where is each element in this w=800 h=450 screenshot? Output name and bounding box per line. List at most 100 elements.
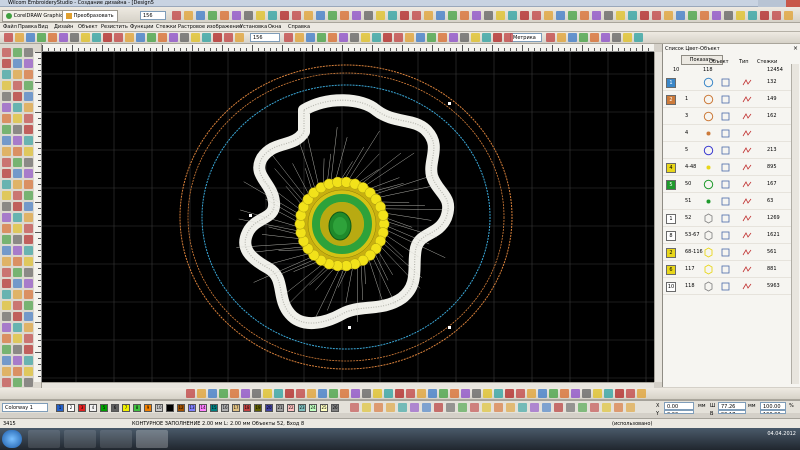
standard-tool-icon-12[interactable] xyxy=(136,33,145,42)
left-tool-icon-67[interactable] xyxy=(13,290,22,299)
stitch-value-combo[interactable]: 156 xyxy=(250,33,280,42)
left-tool-icon-58[interactable] xyxy=(13,257,22,266)
bottom-tool-icon-30[interactable] xyxy=(516,389,525,398)
bottom-tool-icon-37[interactable] xyxy=(593,389,602,398)
toolbar-tool-icon-7[interactable] xyxy=(256,11,265,20)
standard-tool-icon-b-19[interactable] xyxy=(493,33,502,42)
color-swatch[interactable]: 7 xyxy=(122,404,130,412)
toolbar-tool-icon-25[interactable] xyxy=(472,11,481,20)
left-tool-icon-52[interactable] xyxy=(13,235,22,244)
bottom-tool-icon-40[interactable] xyxy=(626,389,635,398)
panel-scrollbar[interactable] xyxy=(791,64,799,384)
left-tool-icon-85[interactable] xyxy=(13,356,22,365)
bottom-tool-icon-4[interactable] xyxy=(230,389,239,398)
object-row[interactable]: 1 132 xyxy=(663,75,791,91)
menu-windows[interactable]: Окна xyxy=(268,23,281,32)
left-tool-icon-60[interactable] xyxy=(2,268,11,277)
close-button[interactable] xyxy=(786,0,800,7)
color-swatch[interactable]: 16 xyxy=(221,404,229,412)
left-tool-icon-78[interactable] xyxy=(2,334,11,343)
standard-tool-icon-11[interactable] xyxy=(125,33,134,42)
menu-object[interactable]: Объект xyxy=(78,23,98,32)
standard-tool-icon-b-11[interactable] xyxy=(405,33,414,42)
toolbar-tool-icon-1[interactable] xyxy=(184,11,193,20)
toolbar-tool-icon-40[interactable] xyxy=(652,11,661,20)
standard-tool-icon-6[interactable] xyxy=(70,33,79,42)
height-field[interactable]: 90.17 xyxy=(718,410,746,414)
toolbar-tool-icon-32[interactable] xyxy=(556,11,565,20)
bottom-tool-icon-8[interactable] xyxy=(274,389,283,398)
left-tool-icon-7[interactable] xyxy=(13,70,22,79)
left-tool-icon-26[interactable] xyxy=(24,136,33,145)
bottom-tool-icon-29[interactable] xyxy=(505,389,514,398)
palette-tool-icon-0[interactable] xyxy=(350,403,359,412)
menu-bitmap[interactable]: Растровое изображение xyxy=(178,23,242,32)
color-swatch[interactable]: 2 xyxy=(67,404,75,412)
left-tool-icon-51[interactable] xyxy=(2,235,11,244)
color-swatch[interactable]: 18 xyxy=(243,404,251,412)
left-tool-icon-32[interactable] xyxy=(24,158,33,167)
toolbar-tool-icon-34[interactable] xyxy=(580,11,589,20)
object-row[interactable]: 1 52 1269 xyxy=(663,211,791,227)
left-tool-icon-92[interactable] xyxy=(24,378,33,387)
left-tool-icon-48[interactable] xyxy=(2,224,11,233)
toolbar-tool-icon-33[interactable] xyxy=(568,11,577,20)
color-swatch[interactable]: 19 xyxy=(254,404,262,412)
standard-tool-icon-5[interactable] xyxy=(59,33,68,42)
bottom-tool-icon-16[interactable] xyxy=(362,389,371,398)
left-tool-icon-24[interactable] xyxy=(2,136,11,145)
toolbar-tool-icon-24[interactable] xyxy=(460,11,469,20)
bottom-tool-icon-0[interactable] xyxy=(186,389,195,398)
object-row[interactable]: 5 50 167 xyxy=(663,177,791,193)
toolbar-tool-icon-46[interactable] xyxy=(724,11,733,20)
left-tool-icon-38[interactable] xyxy=(24,180,33,189)
left-tool-icon-13[interactable] xyxy=(13,92,22,101)
color-group-badge[interactable]: 10 xyxy=(666,282,676,292)
palette-tool-icon-21[interactable] xyxy=(602,403,611,412)
standard-tool-icon-b-6[interactable] xyxy=(350,33,359,42)
standard-tool-icon-c-0[interactable] xyxy=(546,33,555,42)
left-tool-icon-74[interactable] xyxy=(24,312,33,321)
standard-tool-icon-b-14[interactable] xyxy=(438,33,447,42)
left-tool-icon-79[interactable] xyxy=(13,334,22,343)
standard-tool-icon-b-17[interactable] xyxy=(471,33,480,42)
menu-design[interactable]: Дизайн xyxy=(54,23,73,32)
color-swatch[interactable]: 9 xyxy=(144,404,152,412)
standard-tool-icon-15[interactable] xyxy=(169,33,178,42)
selection-handle[interactable] xyxy=(448,326,451,329)
standard-tool-icon-20[interactable] xyxy=(224,33,233,42)
color-group-badge[interactable]: 1 xyxy=(666,214,676,224)
left-tool-icon-15[interactable] xyxy=(2,103,11,112)
bottom-tool-icon-10[interactable] xyxy=(296,389,305,398)
bottom-tool-icon-11[interactable] xyxy=(307,389,316,398)
bottom-tool-icon-31[interactable] xyxy=(527,389,536,398)
color-group-badge[interactable]: 1 xyxy=(666,78,676,88)
menu-view[interactable]: Вид xyxy=(38,23,48,32)
color-swatch[interactable]: 4 xyxy=(89,404,97,412)
toolbar-tool-icon-27[interactable] xyxy=(496,11,505,20)
toolbar-tool-icon-10[interactable] xyxy=(292,11,301,20)
left-tool-icon-87[interactable] xyxy=(2,367,11,376)
left-tool-icon-28[interactable] xyxy=(13,147,22,156)
menu-file[interactable]: Файл xyxy=(3,23,17,32)
left-tool-icon-77[interactable] xyxy=(24,323,33,332)
y-field[interactable]: 0.00 xyxy=(664,410,694,414)
standard-tool-icon-b-0[interactable] xyxy=(284,33,293,42)
palette-tool-icon-4[interactable] xyxy=(398,403,407,412)
left-tool-icon-53[interactable] xyxy=(24,235,33,244)
left-tool-icon-5[interactable] xyxy=(24,59,33,68)
left-tool-icon-54[interactable] xyxy=(2,246,11,255)
bottom-tool-icon-38[interactable] xyxy=(604,389,613,398)
color-swatch[interactable]: 26 xyxy=(331,404,339,412)
color-swatch[interactable]: 12 xyxy=(177,404,185,412)
close-icon[interactable]: × xyxy=(793,45,798,52)
color-swatch[interactable]: 25 xyxy=(320,404,328,412)
toolbar-tool-icon-41[interactable] xyxy=(664,11,673,20)
standard-tool-icon-3[interactable] xyxy=(37,33,46,42)
bottom-tool-icon-32[interactable] xyxy=(538,389,547,398)
standard-tool-icon-c-3[interactable] xyxy=(579,33,588,42)
toolbar-tool-icon-20[interactable] xyxy=(412,11,421,20)
maximize-button[interactable] xyxy=(772,0,786,7)
standard-tool-icon-c-4[interactable] xyxy=(590,33,599,42)
palette-tool-icon-2[interactable] xyxy=(374,403,383,412)
